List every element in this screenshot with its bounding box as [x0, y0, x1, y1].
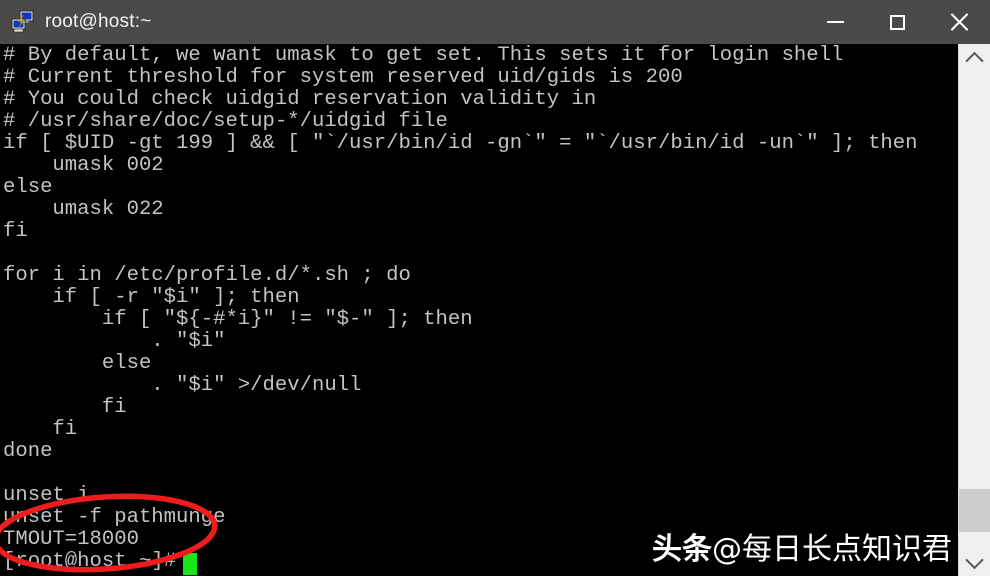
- scrollbar-up-button[interactable]: [959, 44, 990, 74]
- terminal-output: # By default, we want umask to get set. …: [3, 45, 918, 573]
- putty-icon: [10, 10, 36, 34]
- scrollbar-track[interactable]: [959, 74, 990, 546]
- watermark: 头条@每日长点知识君: [652, 532, 952, 568]
- maximize-icon: [890, 15, 905, 30]
- terminal-cursor: [183, 553, 197, 575]
- maximize-button[interactable]: [866, 0, 928, 44]
- terminal-scrollbar[interactable]: [958, 44, 990, 576]
- chevron-down-icon: [965, 550, 983, 568]
- scrollbar-down-button[interactable]: [959, 546, 990, 576]
- chevron-up-icon: [965, 51, 983, 69]
- close-icon: [949, 12, 969, 32]
- window-title: root@host:~: [45, 0, 152, 44]
- close-button[interactable]: [928, 0, 990, 44]
- scrollbar-thumb[interactable]: [959, 489, 990, 531]
- window-titlebar[interactable]: root@host:~: [0, 0, 990, 44]
- minimize-icon: [827, 21, 844, 23]
- terminal-screen[interactable]: # By default, we want umask to get set. …: [0, 44, 958, 576]
- putty-terminal-window: root@host:~ # By default, we want umask …: [0, 0, 990, 576]
- watermark-handle: @每日长点知识君: [712, 532, 952, 567]
- minimize-button[interactable]: [804, 0, 866, 44]
- watermark-brand: 头条: [652, 532, 712, 567]
